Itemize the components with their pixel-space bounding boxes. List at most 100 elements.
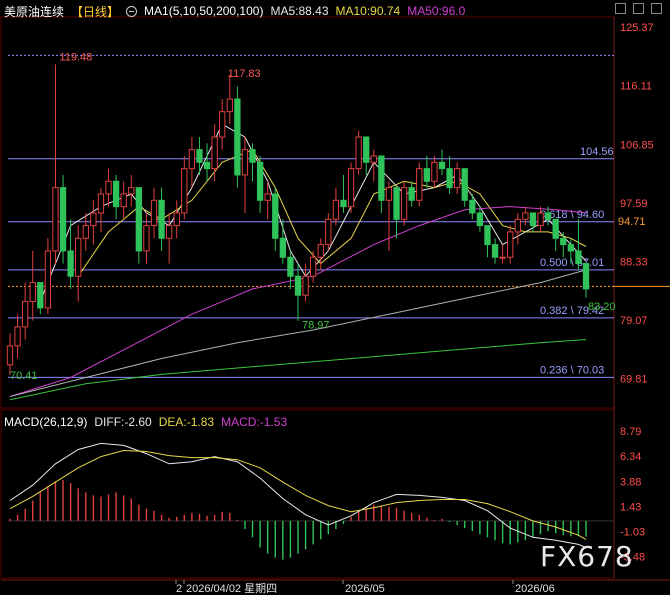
candle-body [287, 256, 294, 277]
macd-diff-value: DIFF:-2.60 [94, 415, 152, 429]
candle-body [302, 275, 309, 296]
candle-body [14, 326, 21, 347]
price-panel-header: 美原油连续 【日线】 MA1(5,10,50,200,100) MA5:88.4… [4, 3, 465, 19]
time-axis-label: 2026/06 [515, 583, 555, 595]
ma-params-label[interactable]: MA1(5,10,50,200,100) [144, 4, 263, 18]
fib-label: 104.56 [580, 146, 614, 158]
candle-body [82, 225, 89, 239]
candle-body [491, 244, 499, 258]
candle-body [181, 168, 188, 214]
macd-dea-value: DEA:-1.83 [158, 415, 215, 429]
candle-body [128, 187, 135, 195]
high2-annotation: 117.83 [228, 68, 261, 80]
candle-body [37, 282, 44, 309]
candle-body [203, 161, 211, 170]
candle-body [370, 155, 377, 163]
candle-body [188, 149, 196, 170]
watermark: FX678 [540, 540, 634, 573]
candle-body [59, 187, 67, 252]
candle-body [544, 212, 552, 220]
low-annotation: 70.41 [10, 370, 38, 382]
candle-body [560, 237, 567, 246]
candle-body [461, 168, 468, 201]
candle-body [234, 98, 241, 176]
candle-body [385, 187, 393, 201]
macd-axis-label: 1.43 [620, 501, 641, 513]
candle-body [582, 263, 590, 290]
candle-body [173, 212, 180, 227]
window-controls [615, 3, 662, 14]
candle-body [340, 199, 347, 208]
candle-body [567, 244, 574, 252]
candle-body [378, 155, 385, 201]
candle-body [507, 231, 514, 258]
candle-body [112, 180, 120, 208]
instrument-title[interactable]: 美原油连续 [4, 3, 64, 20]
macd-panel-frame [0, 409, 615, 579]
candle-body [29, 282, 36, 303]
candle-body [226, 98, 233, 113]
last-low-annotation: 83.20 [588, 301, 616, 313]
candle-body [143, 225, 150, 252]
price-axis-label: 69.81 [620, 374, 648, 386]
candle-body [317, 244, 324, 258]
candle-body [294, 275, 302, 296]
macd-axis-label: -1.03 [620, 526, 645, 538]
minimize-icon[interactable] [615, 3, 626, 14]
candle-body [529, 212, 537, 227]
price-axis-label: 79.07 [620, 315, 648, 327]
high-annotation: 119.48 [59, 51, 92, 63]
candle-body [249, 149, 256, 163]
candle-body [150, 199, 158, 227]
time-axis-label: 2026/05 [345, 583, 385, 595]
period-label[interactable]: 【日线】 [71, 3, 119, 20]
candle-body [67, 250, 74, 277]
candle-body [537, 212, 544, 227]
candle-body [52, 187, 59, 252]
ma5-value: MA5:88.43 [270, 4, 329, 18]
time-axis-label: 2026/04/02 星期四 [186, 582, 277, 595]
ma100-line [9, 339, 587, 401]
candle-body [363, 136, 370, 163]
candle-body [431, 161, 438, 182]
candle-body [120, 193, 127, 208]
candle-body [105, 180, 112, 195]
close-icon[interactable] [651, 3, 662, 14]
fib-label: 0.236 \ 70.03 [540, 364, 604, 376]
candle-body [476, 212, 484, 227]
low2-annotation: 78.97 [302, 320, 330, 332]
candle-body [514, 218, 521, 233]
candle-body [332, 199, 340, 220]
candle-body [211, 136, 218, 170]
macd-value: MACD:-1.53 [221, 415, 288, 429]
candle-body [264, 193, 271, 201]
candle-body [75, 237, 82, 277]
candle-body [219, 111, 226, 138]
candle-body [241, 149, 249, 176]
candle-body [6, 345, 14, 366]
candle-body [325, 218, 332, 246]
candle-body [90, 212, 97, 227]
settings-icon[interactable] [126, 5, 138, 17]
candle-body [469, 199, 476, 214]
candle-body [166, 225, 173, 239]
candle-body [446, 168, 453, 189]
candle-body [522, 212, 529, 220]
price-axis-label: 116.11 [620, 81, 652, 93]
maximize-icon[interactable] [633, 3, 644, 14]
macd-axis-label: 8.79 [620, 426, 641, 438]
chart-canvas: 104.560.618 \ 94.600.500 \ 87.010.382 \ … [0, 16, 670, 595]
candle-body [158, 199, 165, 239]
candle-body [423, 168, 430, 182]
current-price-label: 94.71 [618, 216, 646, 228]
macd-axis-label: 6.34 [620, 451, 641, 463]
ma50-value: MA50:96.0 [407, 4, 466, 18]
candle-body [279, 237, 286, 258]
price-axis-label: 125.37 [620, 22, 654, 34]
candle-body [135, 187, 142, 252]
candle-body [310, 256, 317, 277]
candle-body [97, 193, 105, 214]
candle-body [355, 136, 362, 170]
candle-body [272, 193, 279, 239]
macd-params-label[interactable]: MACD(26,12,9) [4, 415, 87, 429]
